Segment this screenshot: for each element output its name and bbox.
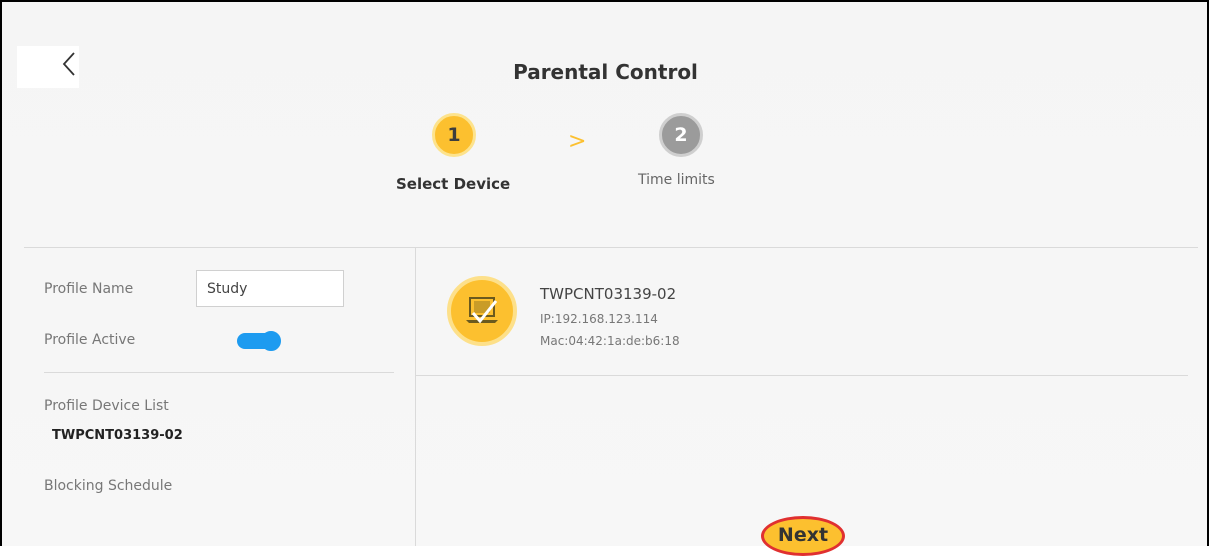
- next-button[interactable]: Next: [761, 516, 845, 556]
- page-title: Parental Control: [513, 60, 698, 84]
- profile-active-label: Profile Active: [44, 332, 136, 348]
- step-2-indicator: 2: [659, 113, 703, 157]
- step-1-label: Select Device: [396, 175, 511, 193]
- step-1-number: 1: [447, 124, 461, 146]
- profile-name-input[interactable]: [196, 270, 344, 307]
- device-select-button[interactable]: [447, 276, 517, 346]
- step-2-label: Time limits: [638, 172, 715, 188]
- step-1-indicator: 1: [432, 113, 476, 157]
- profile-device-list-label: Profile Device List: [44, 398, 169, 414]
- device-ip: IP:192.168.123.114: [540, 312, 658, 326]
- profile-name-label: Profile Name: [44, 281, 134, 297]
- column-divider: [415, 248, 416, 546]
- left-panel-divider: [44, 372, 394, 373]
- step-2-number: 2: [674, 124, 688, 146]
- blocking-schedule-label: Blocking Schedule: [44, 478, 173, 494]
- device-row-divider: [416, 375, 1188, 376]
- device-name: TWPCNT03139-02: [540, 285, 677, 303]
- laptop-check-icon: [466, 297, 498, 324]
- profile-device-list-value: TWPCNT03139-02: [52, 428, 183, 443]
- step-separator: >: [568, 129, 587, 154]
- next-button-label: Next: [777, 524, 829, 546]
- section-divider: [24, 247, 1198, 248]
- profile-active-toggle[interactable]: [237, 331, 281, 351]
- toggle-knob: [261, 331, 281, 351]
- device-mac: Mac:04:42:1a:de:b6:18: [540, 334, 680, 348]
